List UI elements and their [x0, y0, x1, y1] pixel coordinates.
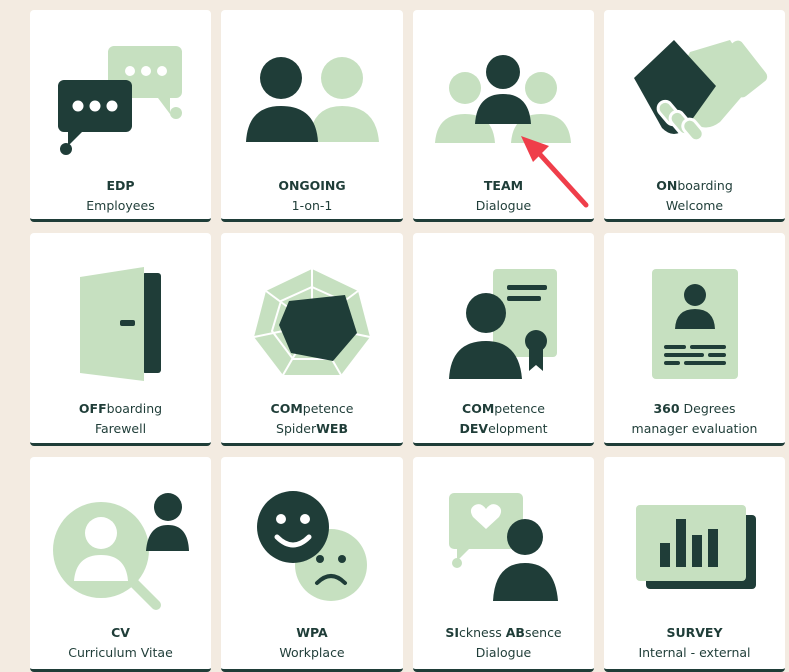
tile-subtitle: Dialogue: [475, 645, 532, 660]
tile-title: COMpetence: [270, 401, 354, 416]
tile-title: ONboarding: [656, 178, 733, 193]
tile-cv[interactable]: CV Curriculum Vitae: [30, 457, 211, 672]
tile-competence-spiderweb[interactable]: COMpetence SpiderWEB: [221, 233, 403, 446]
tile-subtitle: DEVelopment: [459, 421, 548, 436]
tile-subtitle: Dialogue: [475, 198, 532, 213]
tile-ongoing[interactable]: ONGOING 1-on-1: [221, 10, 403, 222]
tile-title: SURVEY: [666, 625, 723, 640]
tile-survey[interactable]: SURVEY Internal - external: [604, 457, 785, 672]
tile-sickness-absence[interactable]: SIckness ABsence Dialogue: [413, 457, 594, 672]
tile-subtitle: SpiderWEB: [276, 421, 348, 436]
tile-subtitle: Workplace: [279, 645, 345, 660]
tile-title: OFFboarding: [78, 401, 163, 416]
tile-subtitle: Employees: [86, 198, 155, 213]
tile-edp[interactable]: EDP Employees: [30, 10, 211, 222]
tile-title: CV: [111, 625, 130, 640]
tile-360-degrees[interactable]: 360 Degrees manager evaluation: [604, 233, 785, 446]
tile-onboarding[interactable]: ONboarding Welcome: [604, 10, 785, 222]
tile-title: COMpetence: [462, 401, 545, 416]
tile-subtitle: Farewell: [94, 421, 147, 436]
tile-subtitle: Welcome: [665, 198, 724, 213]
tile-title: 360 Degrees: [653, 401, 736, 416]
tile-title: SIckness ABsence: [445, 625, 562, 640]
tile-subtitle: 1-on-1: [291, 198, 333, 213]
tile-title: EDP: [106, 178, 135, 193]
tile-subtitle: Curriculum Vitae: [68, 645, 173, 660]
tile-subtitle: manager evaluation: [631, 421, 758, 436]
tile-title: WPA: [296, 625, 328, 640]
tile-competence-development[interactable]: COMpetence DEVelopment: [413, 233, 594, 446]
tile-title: ONGOING: [278, 178, 346, 193]
tile-offboarding[interactable]: OFFboarding Farewell: [30, 233, 211, 446]
tile-subtitle: Internal - external: [638, 645, 751, 660]
tile-team[interactable]: TEAM Dialogue: [413, 10, 594, 222]
tile-wpa[interactable]: WPA Workplace: [221, 457, 403, 672]
tile-title: TEAM: [483, 178, 524, 193]
